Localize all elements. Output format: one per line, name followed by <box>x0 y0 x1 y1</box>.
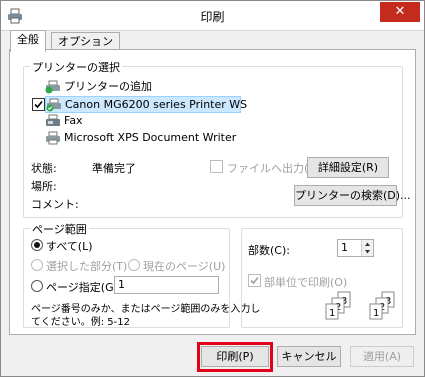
printer-item-add[interactable]: プリンターの追加 <box>45 79 245 96</box>
print-button[interactable]: 印刷(P) <box>201 346 269 367</box>
comment-label: コメント: <box>31 198 79 211</box>
svg-text:1: 1 <box>329 308 335 319</box>
general-panel: プリンターの選択 プリンターの追加 Canon MG6200 series Pr… <box>9 49 416 335</box>
all-pages-radio[interactable] <box>31 239 43 251</box>
close-button[interactable]: ✕ <box>380 2 420 22</box>
copies-value: 1 <box>341 241 348 254</box>
title-bar: 印刷 ✕ <box>1 1 424 31</box>
spin-up-icon[interactable] <box>361 240 373 248</box>
selection-label: 選択した部分(T) <box>46 260 128 273</box>
printer-item-fax[interactable]: Fax <box>45 113 245 130</box>
current-page-label: 現在のページ(U) <box>143 260 226 273</box>
location-label: 場所: <box>31 180 57 193</box>
status-label: 状態: <box>31 162 57 175</box>
fax-icon <box>45 114 61 128</box>
printer-item-label: プリンターの追加 <box>64 80 152 93</box>
page-numbers-label: ページ指定(G): <box>46 281 122 294</box>
status-value: 準備完了 <box>92 162 136 175</box>
selection-radio[interactable] <box>31 259 43 271</box>
page-numbers-input[interactable]: 1 <box>114 276 219 294</box>
find-printer-button[interactable]: プリンターの検索(D)... <box>294 185 411 206</box>
printer-icon <box>46 98 62 112</box>
printer-item-label: Microsoft XPS Document Writer <box>64 131 237 144</box>
collate-illustration-icon: 3 2 1 3 2 1 <box>324 291 398 325</box>
copies-label: 部数(C): <box>248 244 290 257</box>
svg-text:1: 1 <box>373 308 379 319</box>
collate-label: 部単位で印刷(O) <box>264 276 348 289</box>
tab-general[interactable]: 全般 <box>10 30 46 52</box>
cancel-button[interactable]: キャンセル <box>277 346 341 367</box>
printer-select-legend: プリンターの選択 <box>30 59 122 75</box>
page-range-group: ページ範囲 すべて(L) 選択した部分(T) 現在のページ(U) ページ指定(G… <box>23 221 260 328</box>
copies-input[interactable]: 1 <box>337 239 374 257</box>
copies-group: 部数(C): 1 部単位で印刷(O) 3 2 1 <box>241 228 403 328</box>
add-printer-icon <box>45 80 61 94</box>
printer-item-label: Fax <box>64 114 83 127</box>
print-dialog: 印刷 ✕ 全般 オプション プリンターの選択 プリンターの追加 Canon MG… <box>0 0 425 377</box>
preferences-button[interactable]: 詳細設定(R) <box>307 157 389 178</box>
printer-item-xps[interactable]: Microsoft XPS Document Writer <box>45 130 265 147</box>
printer-icon <box>45 131 61 145</box>
printer-item-label: Canon MG6200 series Printer WS <box>65 98 248 111</box>
printer-checkbox[interactable] <box>32 98 45 111</box>
window-title: 印刷 <box>200 10 225 24</box>
print-to-file-checkbox[interactable] <box>210 160 223 173</box>
page-range-hint-2: てください。例: 5-12 <box>31 317 130 328</box>
page-numbers-radio[interactable] <box>31 280 43 292</box>
page-range-legend: ページ範囲 <box>30 221 89 237</box>
spin-down-icon[interactable] <box>361 248 373 256</box>
collate-checkbox[interactable] <box>248 274 261 287</box>
print-to-file-label: ファイルへ出力(F) <box>227 162 319 175</box>
all-pages-label: すべて(L) <box>46 240 93 253</box>
printer-item-canon[interactable]: Canon MG6200 series Printer WS <box>32 96 247 113</box>
current-page-radio[interactable] <box>128 259 140 271</box>
printer-select-group: プリンターの選択 プリンターの追加 Canon MG6200 series Pr… <box>23 59 411 218</box>
apply-button[interactable]: 適用(A) <box>350 346 414 367</box>
